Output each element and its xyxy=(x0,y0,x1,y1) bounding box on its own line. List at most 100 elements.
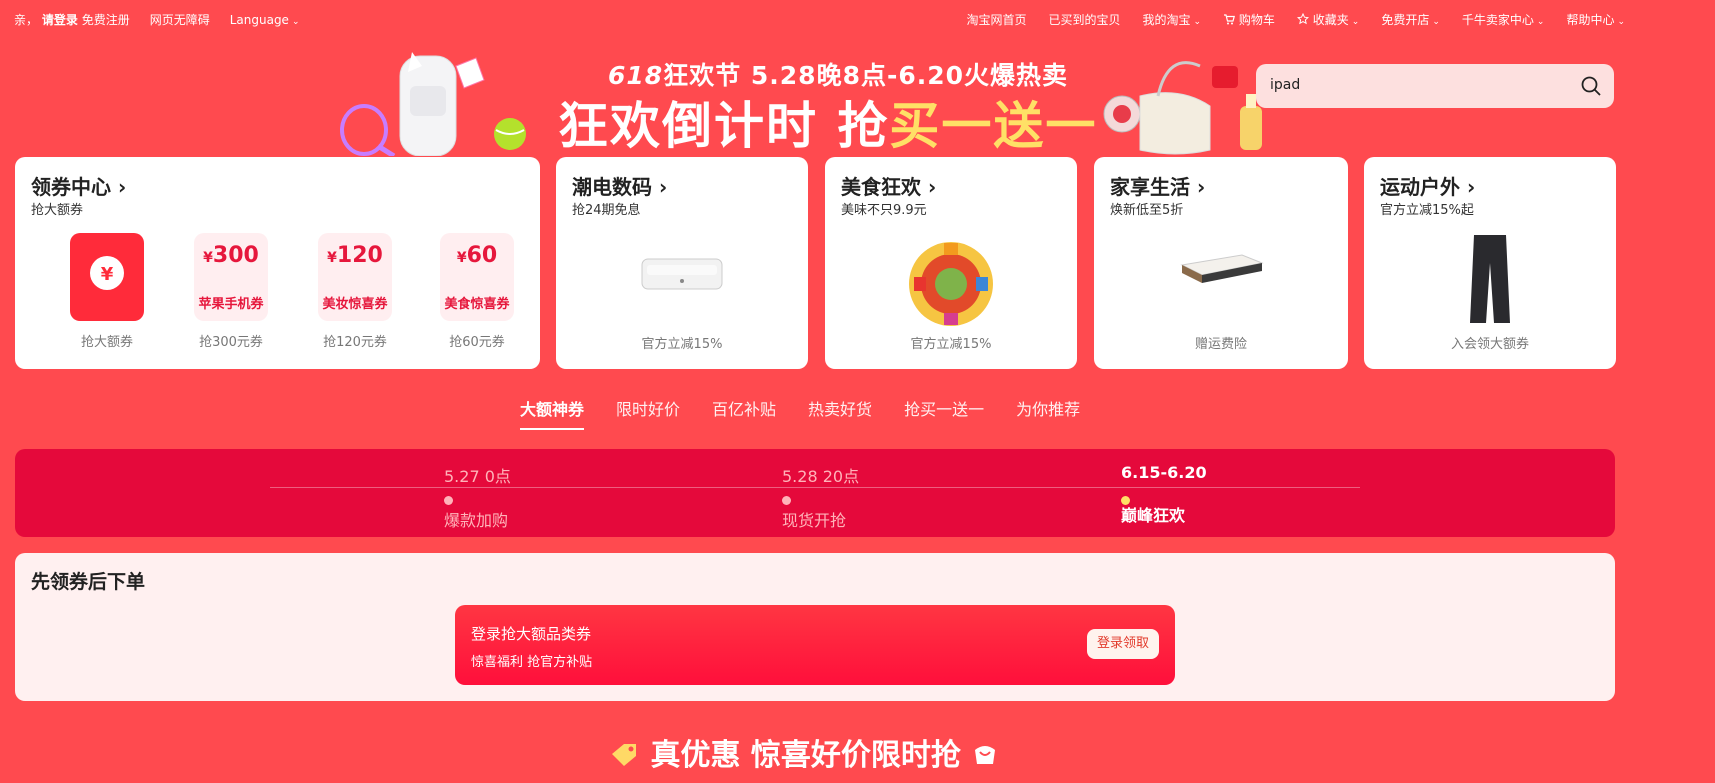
nav-favorites-label: 收藏夹 xyxy=(1312,13,1349,27)
event-timeline: 5.27 0点 爆款加购 5.28 20点 现货开抢 6.15-6.20 巅峰狂… xyxy=(15,449,1615,537)
timeline-label: 爆款加购 xyxy=(444,511,509,530)
card-title[interactable]: 潮电数码 › xyxy=(572,171,667,200)
timeline-date: 6.15-6.20 xyxy=(1121,463,1207,482)
coupon-center-card[interactable]: 领券中心 › 抢大额券 ¥ 抢大额券 ¥300 苹果手机券 抢300元券 ¥12… xyxy=(15,157,540,369)
star-icon xyxy=(1296,12,1309,25)
coupon-list: ¥ 抢大额券 ¥300 苹果手机券 抢300元券 ¥120 美妆惊喜券 抢120… xyxy=(15,233,540,363)
category-card-sports[interactable]: 运动户外 › 官方立减15%起 入会领大额券 xyxy=(1364,157,1616,369)
coupon-caption: 抢大额券 xyxy=(80,335,133,350)
chevron-right-icon: › xyxy=(1196,175,1206,199)
timeline-point-preorder: 5.27 0点 爆款加购 xyxy=(444,463,604,531)
coupon-tile: ¥120 美妆惊喜券 xyxy=(318,233,392,321)
nav-my-taobao-label: 我的淘宝 xyxy=(1142,13,1191,27)
timeline-dot xyxy=(444,496,453,505)
timeline-point-launch: 5.28 20点 现货开抢 xyxy=(782,463,942,531)
register-link[interactable]: 免费注册 xyxy=(82,13,130,27)
greeting-text: 亲， xyxy=(14,13,39,27)
coupon-label: 美食惊喜券 xyxy=(444,297,510,312)
login-claim-button[interactable]: 登录领取 xyxy=(1086,629,1159,659)
timeline-dot xyxy=(1121,496,1130,505)
login-link[interactable]: 请登录 xyxy=(42,13,78,27)
nav-help-center[interactable]: 帮助中心 ⌄ xyxy=(1566,11,1625,28)
coupon-tile: ¥60 美食惊喜券 xyxy=(440,233,514,321)
timeline-dot xyxy=(782,496,791,505)
login-coupon-promo[interactable]: 登录抢大额品类券 惊喜福利 抢官方补贴 登录领取 xyxy=(455,605,1175,685)
category-card-digital[interactable]: 潮电数码 › 抢24期免息 官方立减15% xyxy=(556,157,808,369)
timeline-point-peak: 6.15-6.20 巅峰狂欢 xyxy=(1121,463,1281,526)
nav-cart-label: 购物车 xyxy=(1238,13,1275,27)
coupon-label: 美妆惊喜券 xyxy=(322,297,388,312)
chevron-down-icon: ⌄ xyxy=(1536,17,1545,27)
timeline-date: 5.28 20点 xyxy=(782,467,860,486)
tab-hot-sellers[interactable]: 热卖好货 xyxy=(808,396,872,420)
card-title-text: 家享生活 xyxy=(1110,175,1190,199)
nav-seller-center[interactable]: 千牛卖家中心 ⌄ xyxy=(1462,11,1545,28)
nav-taobao-home[interactable]: 淘宝网首页 xyxy=(966,11,1026,28)
deals-heading-text: 真优惠 惊喜好价限时抢 xyxy=(650,738,961,773)
chevron-down-icon: ⌄ xyxy=(1432,17,1440,27)
tab-subsidy[interactable]: 百亿补贴 xyxy=(712,396,776,420)
accessibility-link[interactable]: 网页无障碍 xyxy=(150,11,210,28)
language-dropdown[interactable]: Language ⌄ xyxy=(230,13,300,27)
banner-headline-highlight: 买一送一 xyxy=(889,97,1098,155)
svg-text:¥: ¥ xyxy=(101,264,114,285)
nav-bought-items[interactable]: 已买到的宝贝 xyxy=(1049,11,1121,28)
card-title-text: 美食狂欢 xyxy=(841,175,921,199)
card-title-text: 运动户外 xyxy=(1380,175,1460,199)
card-title[interactable]: 家享生活 › xyxy=(1110,171,1205,200)
category-card-food[interactable]: 美食狂欢 › 美味不只9.9元 官方立减15% xyxy=(825,157,1077,369)
promo-banner[interactable]: 618狂欢节 5.28晚8点-6.20火爆热卖 狂欢倒计时 抢买一送一 xyxy=(330,46,1290,156)
cart-icon xyxy=(1224,14,1236,25)
sports-goods-illustration xyxy=(340,52,526,156)
coupon-tile: ¥300 苹果手机券 xyxy=(194,233,268,321)
coupon-item-60[interactable]: ¥60 美食惊喜券 抢60元券 xyxy=(415,233,539,350)
timeline-label: 巅峰狂欢 xyxy=(1121,506,1186,525)
coupon-item-big[interactable]: ¥ 抢大额券 xyxy=(45,233,169,350)
deals-section-heading: 真优惠 惊喜好价限时抢 xyxy=(610,730,999,774)
nav-open-shop[interactable]: 免费开店 ⌄ xyxy=(1381,11,1440,28)
promo-title: 登录抢大额品类券 xyxy=(471,625,592,643)
login-group: 亲， 请登录 免费注册 xyxy=(14,11,130,28)
chevron-down-icon: ⌄ xyxy=(1193,17,1202,27)
card-title[interactable]: 运动户外 › xyxy=(1380,171,1475,200)
promo-subtitle: 惊喜福利 抢官方补贴 xyxy=(471,655,593,670)
coupon-amount: ¥60 xyxy=(440,243,514,268)
tab-recommended[interactable]: 为你推荐 xyxy=(1016,396,1080,420)
coupon-label: 苹果手机券 xyxy=(198,297,264,312)
card-caption: 入会领大额券 xyxy=(1450,337,1529,352)
nav-favorites[interactable]: 收藏夹 ⌄ xyxy=(1296,11,1359,28)
currency-symbol: ¥ xyxy=(456,250,467,266)
gift-icon xyxy=(975,746,996,764)
router-product-image xyxy=(641,258,723,290)
nav-open-shop-label: 免费开店 xyxy=(1381,13,1430,27)
coupon-amount: ¥300 xyxy=(194,243,268,268)
chevron-down-icon: ⌄ xyxy=(291,16,300,27)
panel-title: 先领券后下单 xyxy=(31,571,146,593)
top-nav-bar: 亲， 请登录 免费注册 网页无障碍 Language ⌄ 淘宝网首页 已买到的宝贝… xyxy=(0,0,1715,36)
card-caption: 赠运费险 xyxy=(1194,337,1247,352)
coupon-amount-value: 300 xyxy=(212,243,259,268)
currency-symbol: ¥ xyxy=(327,250,337,266)
currency-symbol: ¥ xyxy=(203,250,213,266)
search-box[interactable]: ipad xyxy=(1256,64,1614,108)
nav-cart[interactable]: 购物车 xyxy=(1223,11,1275,28)
card-subtitle: 抢大额券 xyxy=(31,203,84,218)
tab-buy-one-get-one[interactable]: 抢买一送一 xyxy=(904,396,984,420)
coupon-item-300[interactable]: ¥300 苹果手机券 抢300元券 xyxy=(169,233,293,350)
nav-seller-center-label: 千牛卖家中心 xyxy=(1461,13,1534,27)
card-title[interactable]: 美食狂欢 › xyxy=(841,171,936,200)
coupon-caption: 抢300元券 xyxy=(199,335,263,350)
card-caption: 官方立减15% xyxy=(641,337,723,352)
tab-limited-deals[interactable]: 限时好价 xyxy=(616,396,680,420)
nav-my-taobao[interactable]: 我的淘宝 ⌄ xyxy=(1143,11,1202,28)
coupon-caption: 抢60元券 xyxy=(449,335,505,350)
coupon-amount-value: 60 xyxy=(466,243,498,268)
coupon-item-120[interactable]: ¥120 美妆惊喜券 抢120元券 xyxy=(293,233,417,350)
search-icon[interactable] xyxy=(1580,75,1602,97)
card-title[interactable]: 领券中心 › xyxy=(31,171,126,200)
section-tabs: 大额神券 限时好价 百亿补贴 热卖好货 抢买一送一 为你推荐 xyxy=(520,396,1080,430)
tab-big-coupons[interactable]: 大额神券 xyxy=(520,396,585,430)
card-subtitle: 焕新低至5折 xyxy=(1110,203,1184,218)
category-card-home[interactable]: 家享生活 › 焕新低至5折 赠运费险 xyxy=(1094,157,1348,369)
search-input[interactable]: ipad xyxy=(1270,77,1300,93)
